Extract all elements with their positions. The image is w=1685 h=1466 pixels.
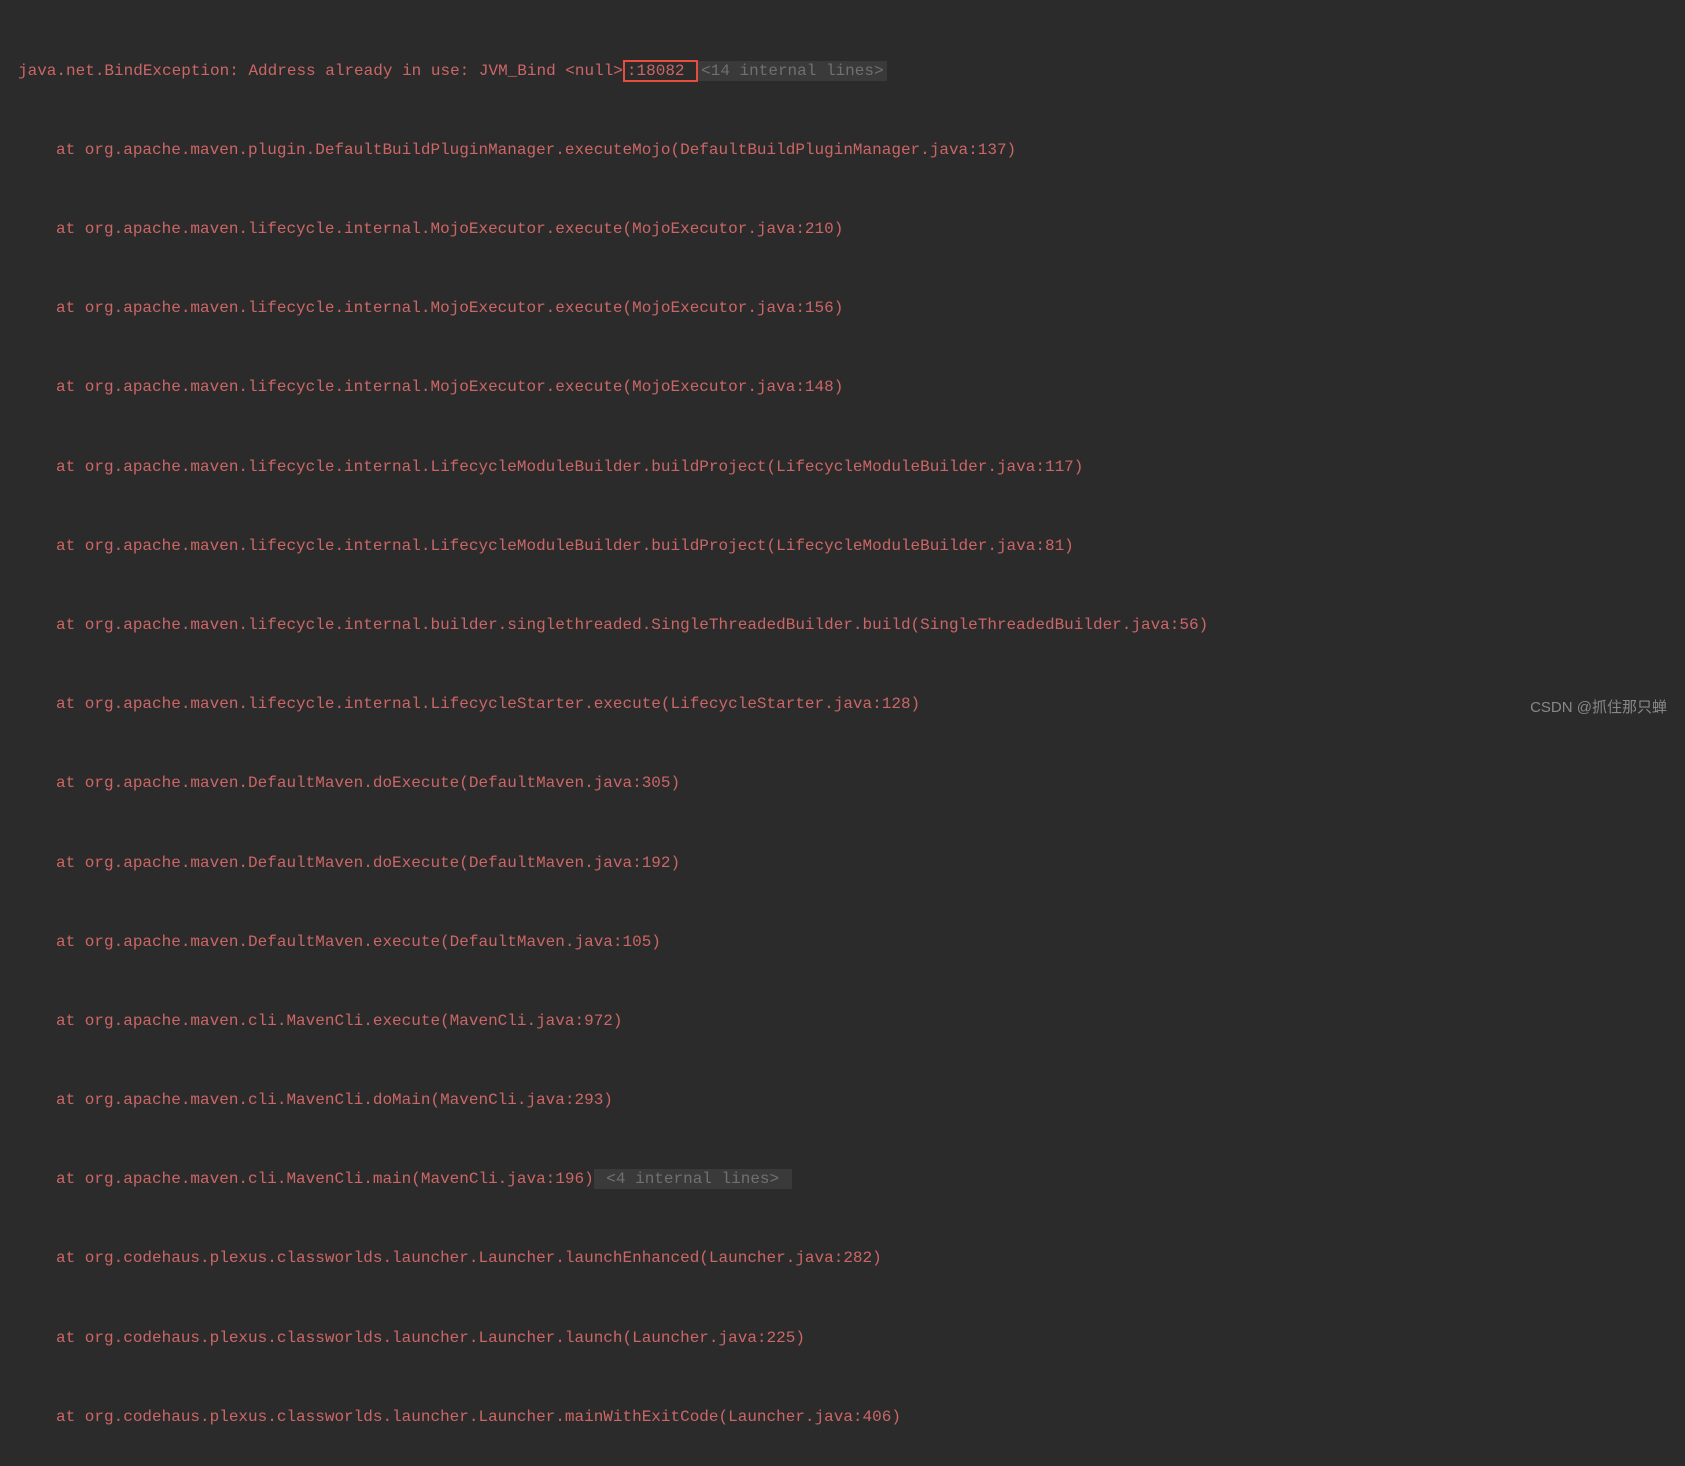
internal-lines-fold[interactable]: <4 internal lines> — [594, 1169, 792, 1189]
internal-lines-fold[interactable]: <14 internal lines> — [698, 61, 886, 81]
stack-trace-line: at org.apache.maven.lifecycle.internal.b… — [0, 612, 1685, 638]
port-highlight: :18082 — [623, 60, 698, 82]
stack-trace-line: at org.codehaus.plexus.classworlds.launc… — [0, 1325, 1685, 1351]
stack-trace-line: at org.apache.maven.cli.MavenCli.execute… — [0, 1008, 1685, 1034]
stack-trace-line: at org.apache.maven.lifecycle.internal.M… — [0, 295, 1685, 321]
stack-trace-line: at org.apache.maven.lifecycle.internal.L… — [0, 691, 1685, 717]
stack-trace-line: at org.apache.maven.lifecycle.internal.L… — [0, 454, 1685, 480]
stack-trace-line: at org.apache.maven.DefaultMaven.execute… — [0, 929, 1685, 955]
stack-trace-line: at org.apache.maven.plugin.DefaultBuildP… — [0, 137, 1685, 163]
exception-header: java.net.BindException: Address already … — [0, 58, 1685, 84]
stack-trace-line: at org.apache.maven.DefaultMaven.doExecu… — [0, 770, 1685, 796]
stack-trace-line-with-fold: at org.apache.maven.cli.MavenCli.main(Ma… — [0, 1166, 1685, 1192]
watermark-text: CSDN @抓住那只蝉 — [1530, 696, 1667, 721]
stack-trace-line: at org.codehaus.plexus.classworlds.launc… — [0, 1404, 1685, 1430]
stack-trace-text: at org.apache.maven.cli.MavenCli.main(Ma… — [56, 1170, 594, 1188]
exception-text: java.net.BindException: Address already … — [18, 62, 623, 80]
stack-trace-line: at org.apache.maven.lifecycle.internal.M… — [0, 216, 1685, 242]
stack-trace-line: at org.apache.maven.cli.MavenCli.doMain(… — [0, 1087, 1685, 1113]
stack-trace-line: at org.codehaus.plexus.classworlds.launc… — [0, 1245, 1685, 1271]
stack-trace-line: at org.apache.maven.lifecycle.internal.M… — [0, 374, 1685, 400]
console-output: java.net.BindException: Address already … — [0, 0, 1685, 1466]
stack-trace-line: at org.apache.maven.lifecycle.internal.L… — [0, 533, 1685, 559]
stack-trace-line: at org.apache.maven.DefaultMaven.doExecu… — [0, 850, 1685, 876]
